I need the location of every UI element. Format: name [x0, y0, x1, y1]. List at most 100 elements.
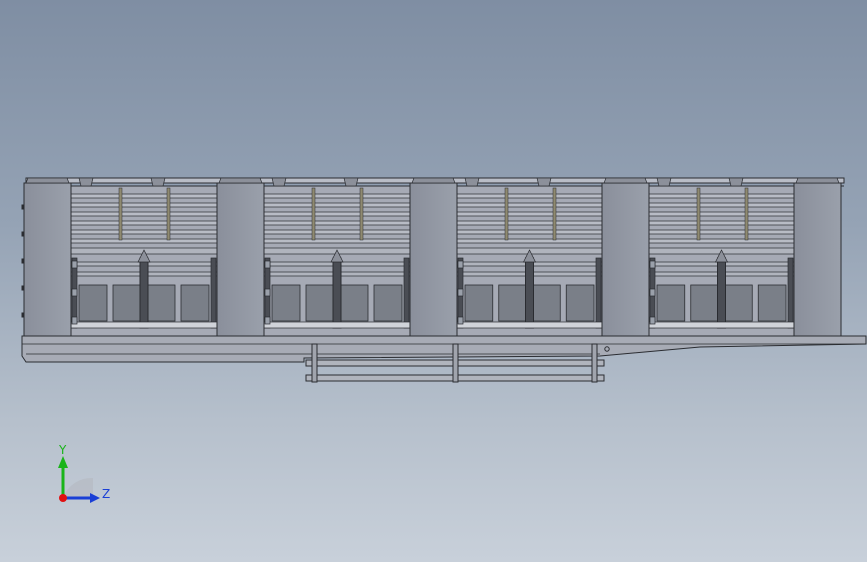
slat: [70, 238, 218, 244]
center-post: [332, 257, 342, 329]
slat: [70, 229, 218, 235]
lower-window: [78, 284, 108, 322]
slat: [648, 229, 795, 235]
bottom-sill: [648, 321, 795, 329]
lower-window: [112, 284, 142, 322]
slat: [648, 220, 795, 226]
slat: [456, 229, 603, 235]
triad-sphere: [63, 477, 93, 498]
pillar-cap: [411, 177, 456, 184]
y-axis-arrow: [58, 456, 68, 468]
lower-window: [339, 284, 369, 322]
rail-bracket: [271, 177, 287, 187]
hinge-block: [71, 316, 78, 325]
side-post: [787, 257, 794, 329]
lower-window: [565, 284, 595, 322]
pillar-5: [793, 177, 842, 337]
slat: [456, 193, 603, 199]
z-axis-label: Z: [102, 487, 110, 501]
slat: [648, 193, 795, 199]
lower-window: [146, 284, 176, 322]
lower-window: [690, 284, 719, 322]
hinge-block: [649, 316, 656, 325]
side-post: [210, 257, 217, 329]
lower-window: [532, 284, 561, 322]
slat: [263, 229, 411, 235]
hinge-block: [457, 288, 464, 297]
chassis-base: [21, 335, 867, 363]
slat: [263, 193, 411, 199]
pillar-2: [216, 177, 271, 337]
slat-tie: [744, 187, 749, 241]
pillar-cap: [218, 177, 263, 184]
center-post: [525, 257, 534, 329]
slat: [263, 211, 411, 217]
slat: [263, 220, 411, 226]
slat-tie: [552, 187, 557, 241]
hinge-block: [264, 260, 271, 269]
pillar-panel: [216, 182, 265, 337]
pillar-panel: [793, 182, 842, 337]
center-post: [139, 257, 149, 329]
lower-window: [724, 284, 753, 322]
slat-tie: [504, 187, 509, 241]
pillar-1: [23, 177, 78, 337]
slat: [456, 238, 603, 244]
center-post: [717, 257, 726, 329]
slat-tie: [696, 187, 701, 241]
slat: [70, 193, 218, 199]
slat: [456, 220, 603, 226]
slat: [70, 220, 218, 226]
cad-viewport[interactable]: [0, 0, 867, 562]
slat-tie: [311, 187, 316, 241]
hinge-block: [264, 288, 271, 297]
pillar-3: [409, 177, 464, 337]
pillar-4: [601, 177, 656, 337]
pillar-cap: [603, 177, 648, 184]
slat: [456, 202, 603, 208]
bottom-sill: [70, 321, 218, 329]
hinge-block: [649, 288, 656, 297]
pillar-cap: [25, 177, 70, 184]
rail-bracket: [78, 177, 94, 187]
hinge-block: [649, 260, 656, 269]
subframe-post-2: [452, 343, 459, 383]
slat: [648, 238, 795, 244]
slat-tie: [118, 187, 123, 241]
bay-2: [263, 177, 411, 337]
lower-window: [180, 284, 210, 322]
subframe-post-1: [311, 343, 318, 383]
slat: [263, 238, 411, 244]
lower-window: [305, 284, 335, 322]
rail-bracket: [464, 177, 480, 187]
lower-window: [373, 284, 403, 322]
slat: [70, 202, 218, 208]
lower-window: [271, 284, 301, 322]
side-post: [595, 257, 602, 329]
slat-tie: [359, 187, 364, 241]
y-axis-label: Y: [58, 443, 67, 457]
bottom-sill: [456, 321, 603, 329]
rail-bracket: [656, 177, 672, 187]
slat: [648, 211, 795, 217]
pillar-cap: [795, 177, 840, 184]
subframe-post-3: [591, 343, 598, 383]
rail-bracket: [343, 177, 359, 187]
hinge-block: [264, 316, 271, 325]
slat: [70, 211, 218, 217]
pillar-panel: [409, 182, 458, 337]
lower-window: [757, 284, 787, 322]
bay-4: [648, 177, 795, 337]
pillar-panel: [23, 182, 72, 337]
rail-bracket: [536, 177, 552, 187]
hinge-block: [71, 260, 78, 269]
rail-bracket: [150, 177, 166, 187]
slat: [456, 211, 603, 217]
orientation-triad[interactable]: Y Z: [40, 438, 130, 518]
lower-window: [656, 284, 686, 322]
bay-1: [70, 177, 218, 337]
lower-window: [498, 284, 527, 322]
slat: [263, 202, 411, 208]
slat-tie: [166, 187, 171, 241]
x-axis-dot: [59, 494, 67, 502]
